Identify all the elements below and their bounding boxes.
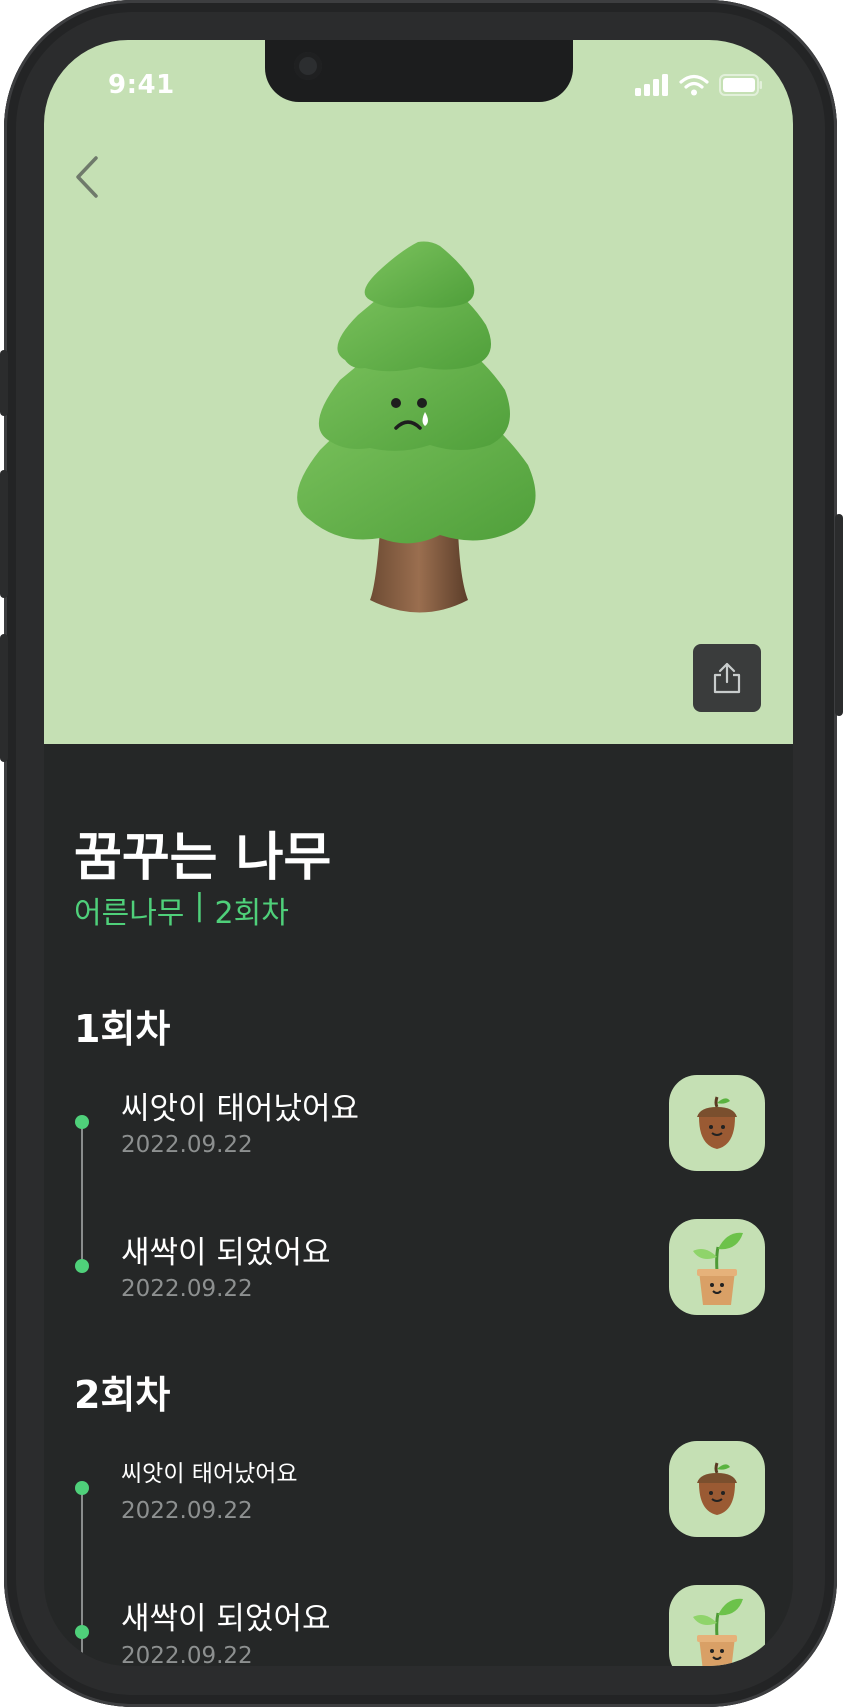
event-title: 씨앗이 태어났어요 <box>121 1461 298 1487</box>
event-thumbnail[interactable] <box>669 1219 765 1315</box>
timeline-dot <box>75 1481 89 1495</box>
timeline-line <box>81 1122 83 1266</box>
power-button <box>835 514 843 716</box>
battery-icon <box>719 74 762 96</box>
timeline-dot <box>75 1259 89 1273</box>
sprout-pot-icon <box>693 1232 743 1305</box>
event-title: 새싹이 되었어요 <box>121 1601 331 1637</box>
event-date: 2022.09.22 <box>121 1132 253 1158</box>
event-thumbnail[interactable] <box>669 1585 765 1666</box>
hero-banner <box>44 40 793 744</box>
event-date: 2022.09.22 <box>121 1498 253 1524</box>
front-camera <box>294 52 322 80</box>
app-screen: 9:41 꿈꾸는 나무 어른나무 | 2회차 1회차 씨앗이 태어났어요 202… <box>44 40 793 1666</box>
event-thumbnail[interactable] <box>669 1075 765 1171</box>
tree-stage-label: 어른나무 <box>74 896 185 931</box>
wifi-icon <box>679 74 709 96</box>
silent-switch <box>0 350 8 416</box>
round-heading: 1회차 <box>74 1007 171 1051</box>
status-time: 9:41 <box>108 70 175 100</box>
event-title: 씨앗이 태어났어요 <box>121 1091 360 1127</box>
event-date: 2022.09.22 <box>121 1276 253 1302</box>
signal-icon <box>635 74 668 96</box>
chevron-left-icon <box>76 156 98 198</box>
tree-subtitle: 어른나무 | 2회차 <box>74 888 289 932</box>
volume-down-button <box>0 634 8 762</box>
subtitle-separator: | <box>194 888 205 923</box>
event-thumbnail[interactable] <box>669 1441 765 1537</box>
event-title: 새싹이 되었어요 <box>121 1235 331 1271</box>
timeline-line <box>81 1488 83 1666</box>
share-icon <box>713 662 741 694</box>
back-button[interactable] <box>72 152 112 202</box>
event-date: 2022.09.22 <box>121 1643 253 1666</box>
share-button[interactable] <box>693 644 761 712</box>
tree-round-count: 2회차 <box>214 896 289 931</box>
sprout-pot-icon <box>693 1598 743 1666</box>
sad-tree-illustration <box>297 241 536 613</box>
volume-up-button <box>0 470 8 598</box>
round-heading: 2회차 <box>74 1373 171 1417</box>
status-icons <box>635 74 763 96</box>
acorn-icon <box>697 1096 737 1149</box>
acorn-icon <box>697 1462 737 1515</box>
tree-name-title: 꿈꾸는 나무 <box>74 828 332 888</box>
timeline-dot <box>75 1625 89 1639</box>
timeline-dot <box>75 1115 89 1129</box>
